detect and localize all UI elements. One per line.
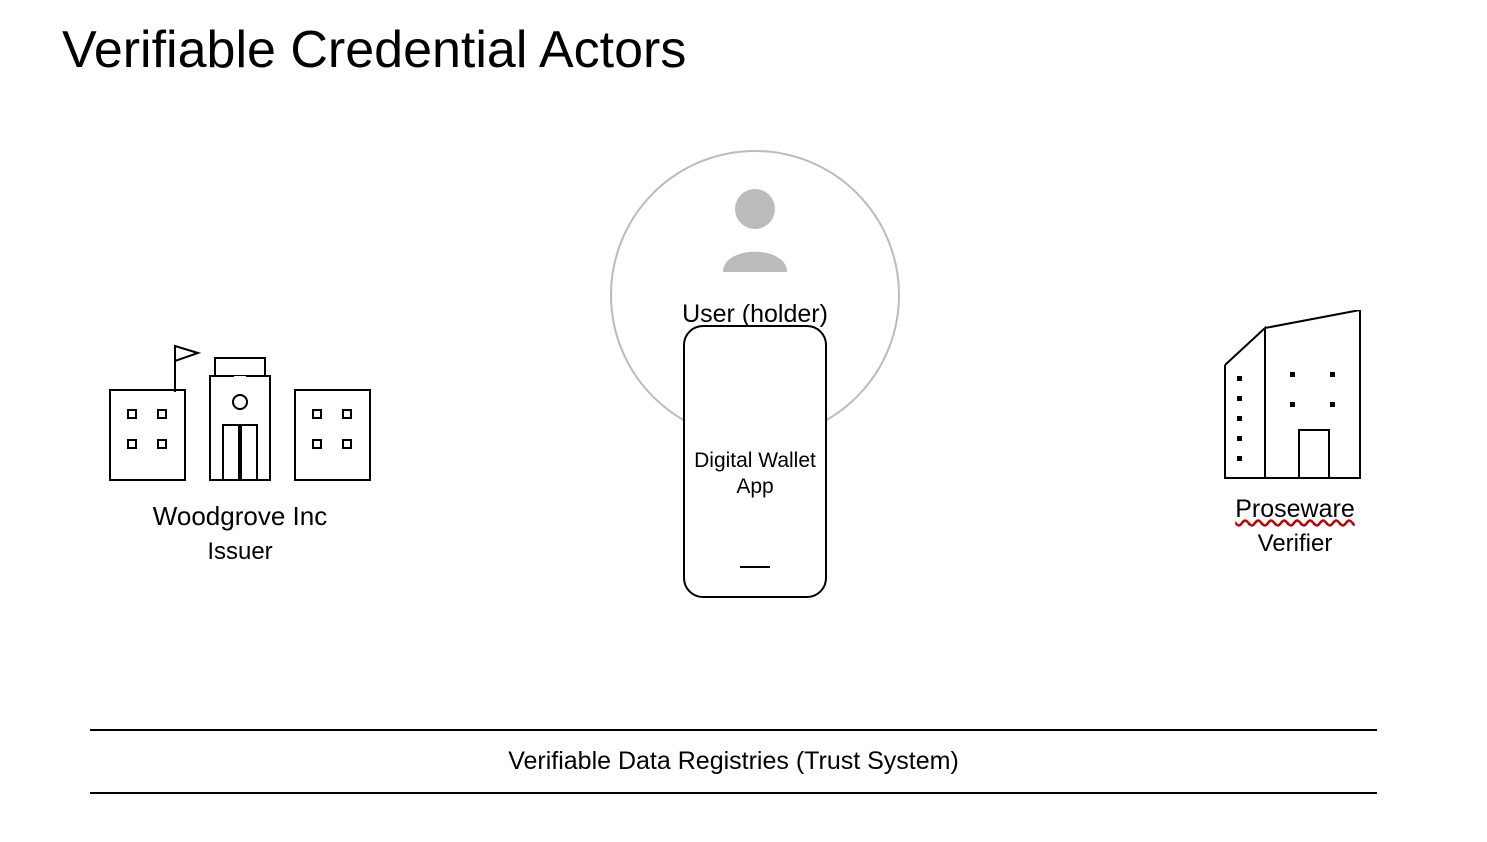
issuer-name-label: Woodgrove Inc bbox=[90, 501, 390, 532]
issuer-actor: Woodgrove Inc Issuer bbox=[90, 340, 390, 566]
verifier-role-label: Verifier bbox=[1195, 530, 1395, 558]
school-building-icon bbox=[100, 340, 380, 485]
slide-title: Verifiable Credential Actors bbox=[62, 20, 686, 80]
registry-label: Verifiable Data Registries (Trust System… bbox=[90, 729, 1377, 794]
verifier-actor: Proseware Verifier bbox=[1195, 310, 1395, 558]
issuer-role-label: Issuer bbox=[90, 538, 390, 566]
holder-actor: User (holder) Digital Wallet App bbox=[610, 150, 900, 440]
user-icon bbox=[715, 187, 795, 272]
verifier-name-label: Proseware bbox=[1195, 495, 1395, 524]
phone-icon: Digital Wallet App bbox=[683, 325, 827, 598]
office-building-icon bbox=[1215, 310, 1375, 480]
wallet-label-line2: App bbox=[685, 475, 825, 499]
wallet-label-line1: Digital Wallet bbox=[685, 449, 825, 473]
phone-home-button-icon bbox=[740, 566, 770, 568]
